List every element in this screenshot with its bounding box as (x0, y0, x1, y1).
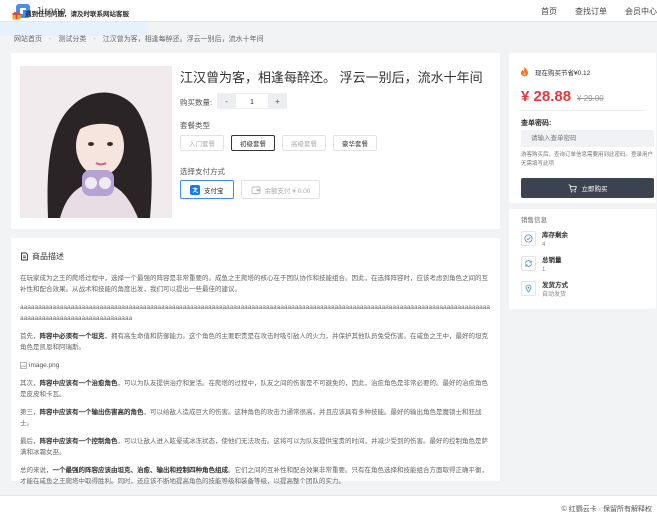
original-price: ¥ 29.00 (577, 94, 604, 103)
breadcrumb-separator: - (93, 35, 96, 43)
payment-option-alipay[interactable]: 支付宝 (180, 180, 234, 199)
document-icon (20, 252, 29, 261)
package-option-starter[interactable]: 入门套餐 (180, 135, 224, 151)
nav-member-center[interactable]: 会员中心 (625, 6, 657, 17)
quantity-input[interactable]: 1 (236, 93, 268, 109)
support-notice-text: 遇到任何问题，请及时联系网站客服 (25, 11, 129, 18)
stat-delivery: 发货方式 自动发货 (521, 281, 568, 300)
quantity-increase-button[interactable]: + (268, 93, 287, 109)
stat-delivery-value: 自动发货 (542, 292, 567, 298)
stat-stock-value: 4 (542, 242, 546, 248)
description-paragraph: 首先，阵容中必须有一个坦克，拥有高生命值和防御能力。这个角色的主要职责是在攻击时… (20, 333, 488, 351)
payment-option-balance-label: 余额支付 ¥ 0.00 (264, 187, 311, 195)
description-body: 在玩家成为之王的爬塔过程中，选择一个最强的阵容是非常重要的。成鱼之王爬塔的核心在… (20, 273, 490, 494)
broken-image-icon (20, 362, 27, 369)
sync-icon (521, 256, 536, 271)
package-option-deluxe[interactable]: 豪华套餐 (333, 135, 377, 151)
query-password-hint: 游客购买后，查询订单信息需要用到此密码。登录用户无需填写此项 (521, 152, 654, 167)
price-row: ¥ 28.88 ¥ 29.00 (521, 88, 604, 105)
description-paragraph: aaaaaaaaaaaaaaaaaaaaaaaaaaaaaaaaaaaaaaaa… (20, 304, 490, 322)
stat-total-sales-name: 总销量 (542, 257, 562, 264)
footer-copyright: © 红鹦云卡 · 保留所有解释权 (561, 506, 652, 513)
buy-now-button[interactable]: 立即购买 (521, 178, 654, 198)
wallet-icon (251, 185, 261, 195)
package-options: 入门套餐 初级套餐 高级套餐 豪华套餐 (180, 135, 384, 151)
package-option-basic[interactable]: 初级套餐 (231, 135, 275, 151)
fire-icon (519, 66, 530, 77)
description-paragraph: 在玩家成为之王的爬塔过程中，选择一个最强的阵容是非常重要的。成鱼之王爬塔的核心在… (20, 275, 488, 293)
package-option-advanced[interactable]: 高级套餐 (282, 135, 326, 151)
nav-find-order[interactable]: 查找订单 (575, 6, 607, 17)
description-paragraph: 总的来说，一个最强的阵容应该由坦克、治愈、输出和控制四种角色组成。它们之间的互补… (20, 467, 488, 485)
breadcrumb-separator: - (49, 35, 52, 43)
description-heading-text: 商品描述 (32, 252, 64, 261)
cart-icon (568, 184, 577, 193)
stat-delivery-name: 发货方式 (542, 282, 568, 289)
breadcrumb-current: 江汉曾为客，相逢每醉还。浮云一别后，流水十年间 (102, 36, 264, 43)
location-pin-icon (521, 281, 536, 296)
product-cover-image (20, 66, 172, 218)
description-paragraph: 最后，阵容中应该有一个控制角色，可以让敌人进入眩晕或冰冻状态，使他们无法攻击。这… (20, 438, 488, 456)
sales-info-card: 销售信息 库存剩余 4 总销量 1 发货方式 自动发货 (509, 209, 656, 309)
savings-text: 现在购买节省¥0.12 (535, 69, 591, 77)
current-price: ¥ 28.88 (521, 88, 572, 105)
description-paragraph: 其次，阵容中应该有一个治愈角色，可以为队友提供治疗和复活。在爬塔的过程中，队友之… (20, 380, 488, 398)
product-card: 江汉曾为客，相逢每醉还。 浮云一别后，流水十年间 购买数量: - 1 + 套餐类… (11, 53, 500, 229)
nav-home[interactable]: 首页 (541, 6, 557, 17)
breadcrumb-category[interactable]: 测试分类 (58, 34, 86, 44)
buy-now-label: 立即购买 (581, 186, 608, 193)
sales-info-title: 销售信息 (521, 217, 547, 224)
breadcrumb: 网站首页 - 测试分类 - 江汉曾为客，相逢每醉还。浮云一别后，流水十年间 (14, 34, 264, 44)
footer: © 红鹦云卡 · 保留所有解释权 (0, 495, 657, 520)
stat-stock: 库存剩余 4 (521, 231, 568, 250)
payment-options: 支付宝 余额支付 ¥ 0.00 (180, 180, 327, 199)
quantity-label: 购买数量: (180, 98, 213, 107)
payment-option-balance[interactable]: 余额支付 ¥ 0.00 (240, 180, 321, 199)
check-shield-icon (521, 231, 536, 246)
description-paragraph: 第三，阵容中应该有一个输出伤害高的角色，可以给敌人造成巨大的伤害。这种角色的攻击… (20, 409, 482, 427)
query-password-label: 查单密码: (521, 120, 552, 127)
stat-total-sales-value: 1 (542, 267, 546, 273)
alipay-icon (190, 184, 200, 195)
quantity-decrease-button[interactable]: - (217, 93, 236, 109)
gift-box-icon (12, 10, 21, 20)
divider (519, 110, 646, 111)
quantity-stepper: - 1 + (217, 93, 287, 109)
description-image: image.png (20, 360, 490, 371)
stat-stock-name: 库存剩余 (542, 232, 568, 239)
purchase-card: 现在购买节省¥0.12 ¥ 28.88 ¥ 29.00 查单密码: 游客购买后，… (509, 53, 656, 203)
main-nav: 首页 查找订单 会员中心 (523, 0, 657, 22)
description-heading: 商品描述 (20, 251, 64, 262)
breadcrumb-home[interactable]: 网站首页 (14, 34, 42, 44)
savings-row: 现在购买节省¥0.12 (519, 66, 590, 77)
stat-total-sales: 总销量 1 (521, 256, 562, 275)
package-type-label: 套餐类型 (180, 121, 210, 130)
payment-method-label: 选择支付方式 (180, 167, 225, 176)
product-title: 江汉曾为客，相逢每醉还。 浮云一别后，流水十年间 (180, 70, 483, 85)
payment-option-alipay-label: 支付宝 (204, 187, 224, 195)
description-card: 商品描述 在玩家成为之王的爬塔过程中，选择一个最强的阵容是非常重要的。成鱼之王爬… (11, 238, 500, 485)
query-password-input[interactable] (521, 130, 654, 147)
